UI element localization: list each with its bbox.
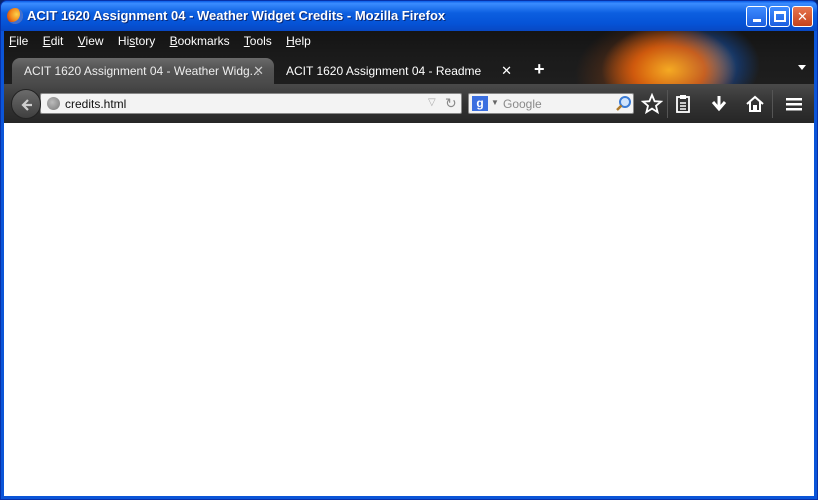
search-placeholder[interactable]: Google: [503, 97, 542, 111]
download-arrow-icon[interactable]: [708, 93, 730, 115]
hamburger-menu-icon[interactable]: [783, 93, 805, 115]
title-bar: ACIT 1620 Assignment 04 - Weather Widget…: [1, 1, 817, 31]
menu-tools[interactable]: Tools: [244, 34, 272, 48]
navigation-toolbar: credits.html ▽ ↻ g ▼ Google: [4, 84, 814, 123]
menu-bar: File Edit View History Bookmarks Tools H…: [9, 34, 322, 50]
page-content: [4, 123, 814, 496]
menu-history[interactable]: History: [118, 34, 155, 48]
menu-help[interactable]: Help: [286, 34, 311, 48]
toolbar-separator: [772, 90, 773, 118]
close-button[interactable]: ✕: [792, 6, 813, 27]
globe-icon: [47, 97, 60, 110]
maximize-button[interactable]: [769, 6, 790, 27]
google-engine-icon[interactable]: g: [472, 96, 488, 111]
firefox-icon: [7, 8, 23, 24]
close-icon: ✕: [797, 9, 808, 24]
menu-view[interactable]: View: [78, 34, 104, 48]
new-tab-button[interactable]: +: [534, 59, 545, 80]
tab-list-dropdown-icon[interactable]: [798, 65, 806, 70]
back-button[interactable]: [11, 89, 41, 119]
magnifier-icon[interactable]: [615, 95, 633, 113]
firefox-window: ACIT 1620 Assignment 04 - Weather Widget…: [0, 0, 818, 500]
tab-close-icon[interactable]: ✕: [253, 63, 264, 79]
minimize-icon: [753, 19, 761, 22]
url-bar[interactable]: credits.html ▽ ↻: [40, 93, 462, 114]
tab-label: ACIT 1620 Assignment 04 - Readme: [286, 64, 482, 78]
tab-close-icon[interactable]: ✕: [501, 63, 512, 79]
maximize-icon: [774, 11, 786, 22]
history-dropdown-icon[interactable]: ▽: [428, 97, 436, 108]
browser-chrome: File Edit View History Bookmarks Tools H…: [4, 31, 814, 123]
tab-label: ACIT 1620 Assignment 04 - Weather Widg..…: [24, 64, 260, 78]
tab-readme[interactable]: ACIT 1620 Assignment 04 - Readme ✕: [274, 58, 522, 84]
star-icon[interactable]: [641, 93, 663, 115]
window-title: ACIT 1620 Assignment 04 - Weather Widget…: [27, 8, 446, 23]
reload-icon[interactable]: ↻: [445, 95, 457, 112]
menu-bookmarks[interactable]: Bookmarks: [170, 34, 230, 48]
clipboard-icon[interactable]: [672, 93, 694, 115]
url-text[interactable]: credits.html: [65, 97, 126, 111]
home-icon[interactable]: [744, 93, 766, 115]
back-arrow-icon: [21, 99, 32, 111]
minimize-button[interactable]: [746, 6, 767, 27]
tab-credits[interactable]: ACIT 1620 Assignment 04 - Weather Widg..…: [12, 58, 274, 84]
menu-edit[interactable]: Edit: [43, 34, 64, 48]
menu-file[interactable]: File: [9, 34, 28, 48]
engine-dropdown-icon[interactable]: ▼: [491, 98, 499, 107]
toolbar-separator: [667, 90, 668, 118]
search-bar[interactable]: g ▼ Google: [468, 93, 634, 114]
